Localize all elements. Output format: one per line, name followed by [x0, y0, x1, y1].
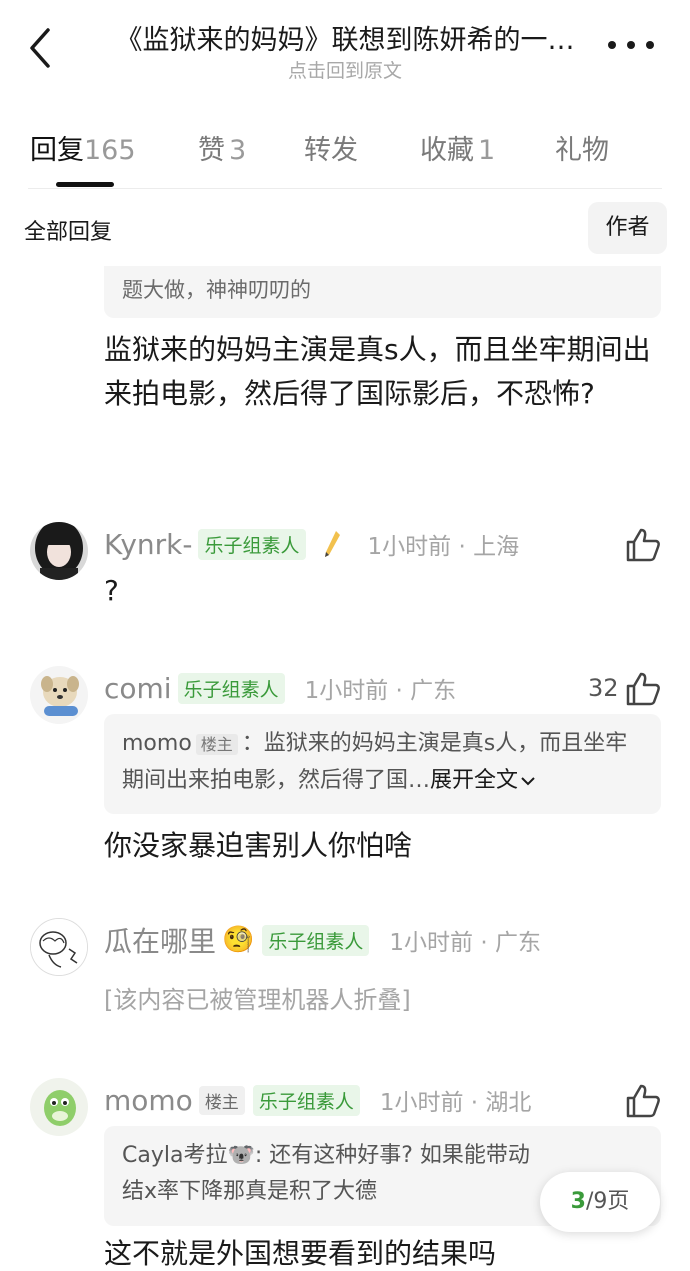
- avatar[interactable]: [30, 1078, 88, 1136]
- pencil-icon: [322, 529, 342, 559]
- timestamp: 1小时前 · 广东: [304, 678, 457, 704]
- fan-badge[interactable]: 乐子组素人: [252, 1084, 360, 1116]
- fan-badge[interactable]: 乐子组素人: [262, 924, 370, 956]
- folded-notice: [该内容已被管理机器人折叠]: [104, 986, 411, 1014]
- all-replies-label[interactable]: 全部回复: [24, 214, 112, 246]
- comment-meta: Kynrk- 乐子组素人 1小时前 · 上海: [104, 526, 519, 562]
- comment-meta: comi 乐子组素人 1小时前 · 广东: [104, 670, 456, 706]
- tab-likes[interactable]: 赞3: [198, 128, 246, 167]
- timestamp: 1小时前 · 湖北: [379, 1090, 532, 1116]
- tab-gifts[interactable]: 礼物: [555, 128, 609, 167]
- avatar[interactable]: [30, 918, 88, 976]
- more-dot-icon: [627, 41, 635, 49]
- like-count: 32: [588, 674, 619, 702]
- quoted-reply[interactable]: momo 楼主 ：监狱来的妈妈主演是真s人，而且坐牢期间出来拍电影，然后得了国…展开…: [104, 714, 661, 814]
- quoted-username[interactable]: momo: [122, 731, 192, 756]
- active-tab-indicator: [56, 182, 114, 187]
- tab-label: 转发: [304, 135, 358, 166]
- more-dot-icon: [646, 41, 654, 49]
- comment-meta: 瓜在哪里 🧐 乐子组素人 1小时前 · 广东: [104, 922, 541, 958]
- divider: [28, 188, 662, 189]
- chevron-left-icon: [30, 28, 50, 68]
- quoted-text-box: 题大做，神神叨叨的: [104, 266, 661, 318]
- page-indicator[interactable]: 3/9页: [540, 1172, 660, 1232]
- fan-badge[interactable]: 乐子组素人: [177, 672, 285, 704]
- comment-text: ?: [104, 574, 119, 607]
- op-badge: 楼主: [198, 1085, 245, 1115]
- timestamp: 1小时前 · 上海: [367, 534, 520, 560]
- top-bar: 《监狱来的妈妈》联想到陈妍希的一… 点击回到原文: [0, 0, 690, 100]
- tab-replies[interactable]: 回复165: [30, 128, 136, 167]
- thumbs-up-icon: [626, 1084, 660, 1118]
- author-filter-button[interactable]: 作者: [588, 202, 667, 254]
- op-badge: 楼主: [195, 734, 238, 755]
- avatar[interactable]: [30, 522, 88, 580]
- thumbs-up-icon: [626, 528, 660, 562]
- chevron-down-icon: [520, 763, 536, 786]
- username[interactable]: 瓜在哪里: [104, 920, 216, 960]
- thumbs-up-icon: [626, 672, 660, 706]
- reply-text: 监狱来的妈妈主演是真s人，而且坐牢期间出来拍电影，然后得了国际影后，不恐怖?: [104, 333, 651, 410]
- comment-meta: momo 楼主 乐子组素人 1小时前 · 湖北: [104, 1082, 531, 1118]
- current-page: 3: [570, 1189, 586, 1214]
- comment-text: 这不就是外国想要看到的结果吗: [104, 1237, 497, 1270]
- expand-full-text-link[interactable]: 展开全文: [430, 768, 518, 793]
- tab-label: 礼物: [555, 135, 609, 166]
- fan-badge[interactable]: 乐子组素人: [198, 528, 306, 560]
- quoted-text: 题大做，神神叨叨的: [122, 278, 311, 302]
- username[interactable]: Kynrk-: [104, 528, 192, 561]
- username[interactable]: comi: [104, 672, 172, 705]
- tab-label: 回复: [30, 135, 84, 166]
- like-button[interactable]: [624, 1082, 662, 1120]
- username[interactable]: momo: [104, 1084, 193, 1117]
- tab-count: 165: [84, 135, 136, 166]
- tab-bar: 回复165 赞3 转发 收藏 1 礼物: [0, 128, 690, 172]
- tab-label: 赞: [198, 135, 225, 166]
- tab-label: 收藏: [420, 135, 474, 166]
- quoted-username[interactable]: Cayla考拉🐨: [122, 1143, 255, 1168]
- like-button[interactable]: [624, 526, 662, 564]
- back-to-original-link[interactable]: 点击回到原文: [95, 56, 595, 83]
- avatar[interactable]: [30, 666, 88, 724]
- tab-count: 1: [478, 135, 496, 166]
- timestamp: 1小时前 · 广东: [389, 930, 541, 956]
- tab-favorites[interactable]: 收藏 1: [420, 128, 495, 167]
- more-dot-icon: [608, 41, 616, 49]
- comment-text: 你没家暴迫害别人你怕啥: [104, 829, 413, 862]
- back-button[interactable]: [22, 24, 62, 72]
- monocle-emoji: 🧐: [222, 925, 255, 955]
- post-title[interactable]: 《监狱来的妈妈》联想到陈妍希的一…: [95, 18, 595, 57]
- tab-reposts[interactable]: 转发: [304, 128, 358, 167]
- more-options-button[interactable]: [608, 30, 654, 60]
- filter-row: 全部回复 作者: [0, 200, 690, 256]
- total-pages: /9页: [585, 1189, 630, 1214]
- tab-count: 3: [229, 135, 247, 166]
- like-button[interactable]: [624, 670, 662, 708]
